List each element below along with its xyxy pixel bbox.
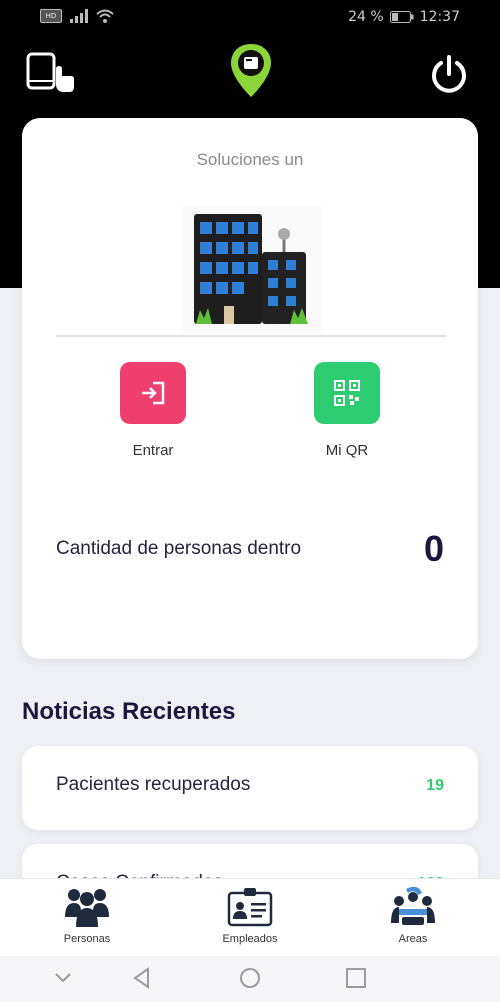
nav-item-empleados[interactable]: Empleados: [190, 885, 310, 945]
chevron-down-icon[interactable]: [52, 966, 74, 988]
sim-badge-icon: HD: [40, 9, 62, 23]
occupancy-label: Cantidad de personas dentro: [56, 538, 302, 559]
bottom-nav: Personas Empleados Areas: [0, 878, 500, 956]
company-card: Soluciones un Entrar Mi QR Cantidad de p…: [22, 118, 478, 659]
back-icon[interactable]: [130, 966, 154, 990]
news-item-value: 19: [426, 777, 444, 794]
recents-icon[interactable]: [344, 966, 368, 990]
my-qr-label: Mi QR: [325, 442, 369, 459]
power-icon[interactable]: [428, 54, 470, 96]
nav-item-areas[interactable]: Areas: [353, 885, 473, 945]
tablet-touch-icon[interactable]: [26, 52, 76, 94]
wifi-icon: [96, 9, 114, 23]
people-group-icon: [65, 889, 109, 927]
nav-item-personas[interactable]: Personas: [27, 885, 147, 945]
status-bar: HD 24 % 12:37: [0, 0, 500, 36]
clock: 12:37: [419, 9, 460, 25]
enter-icon: [142, 381, 165, 405]
home-icon[interactable]: [238, 966, 262, 990]
employee-badge-icon: [227, 888, 273, 927]
occupancy-value: 0: [423, 528, 444, 569]
my-qr-button[interactable]: [314, 362, 380, 424]
signal-icon: [70, 9, 88, 23]
battery-icon: [389, 11, 414, 23]
meeting-area-icon: [391, 886, 435, 925]
qr-code-icon: [334, 380, 360, 406]
building-icon: [182, 206, 322, 334]
location-pin-logo-icon: [231, 44, 271, 97]
news-item-title: Pacientes recuperados: [56, 774, 251, 795]
news-section-title: Noticias Recientes: [22, 698, 236, 725]
news-card[interactable]: Pacientes recuperados 19: [22, 746, 478, 830]
nav-label-empleados: Empleados: [222, 933, 278, 945]
enter-label: Entrar: [132, 442, 174, 459]
nav-label-areas: Areas: [398, 933, 428, 945]
status-right: 24 % 12:37: [348, 9, 460, 25]
company-name: Soluciones un: [196, 150, 304, 169]
enter-button[interactable]: [120, 362, 186, 424]
divider: [56, 335, 446, 337]
nav-label-personas: Personas: [63, 933, 111, 945]
status-left: HD: [40, 9, 114, 23]
system-nav-bar: [0, 956, 500, 1002]
battery-percent: 24 %: [348, 9, 384, 25]
